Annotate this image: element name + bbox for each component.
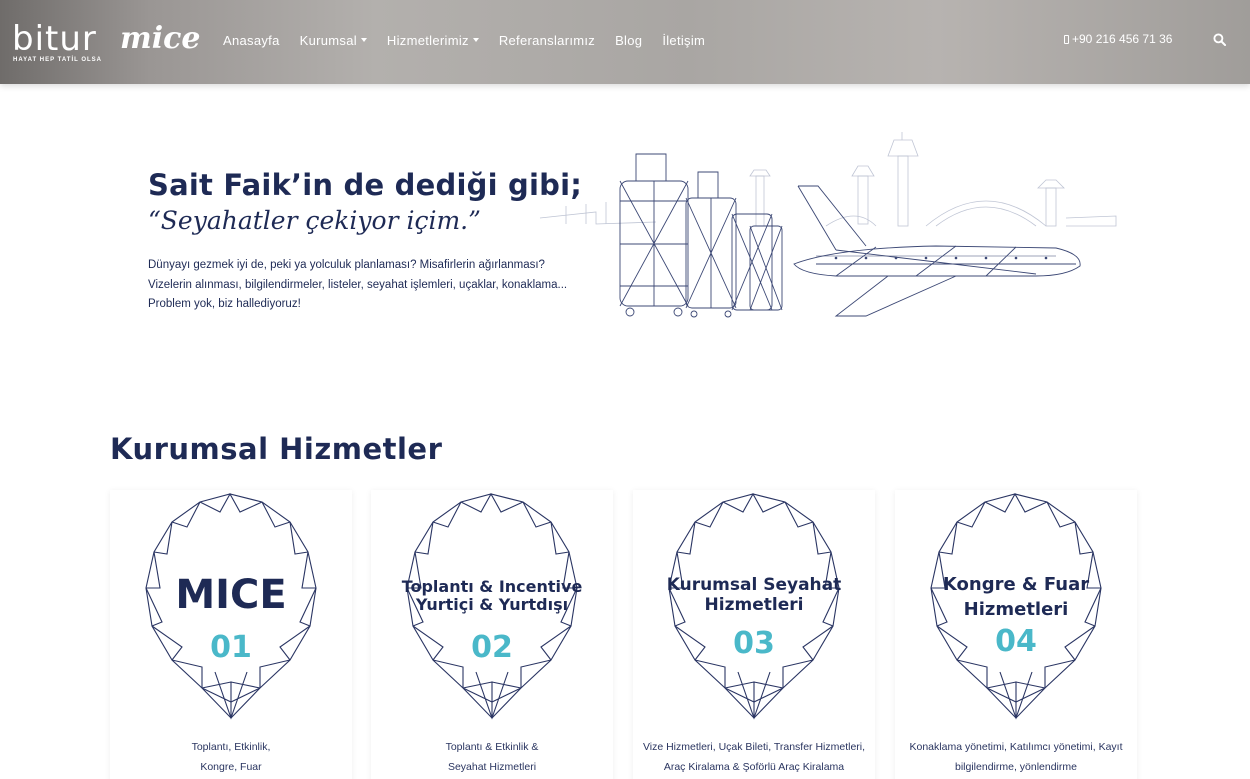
card-description: Konaklama yönetimi, Katılımcı yönetimi, … <box>895 738 1137 777</box>
bitur-mice-logo[interactable]: bitur mice HAYAT HEP TATİL OLSA <box>12 19 201 66</box>
logo-script: mice <box>120 21 201 56</box>
main-nav: Anasayfa Kurumsal Hizmetlerimiz Referans… <box>223 31 725 49</box>
card-number: 01 <box>210 630 252 665</box>
hero-line: Dünyayı gezmek iyi de, peki ya yolculuk … <box>148 259 545 271</box>
card-number: 02 <box>471 630 513 665</box>
nav-label: Hizmetlerimiz <box>386 32 469 48</box>
card-title: MICE <box>175 572 287 618</box>
service-card-kurumsal-seyahat[interactable]: Kurumsal Seyahat Hizmetleri 03 Vize Hizm… <box>633 490 875 779</box>
nav-label: Blog <box>615 32 643 48</box>
desc-line: Toplantı, Etkinlik, <box>191 741 271 753</box>
desc-line: Kongre, Fuar <box>200 760 262 773</box>
nav-item-iletisim[interactable]: İletişim <box>662 31 705 49</box>
card-description: Toplantı, Etkinlik, Kongre, Fuar <box>110 738 352 777</box>
title-line: Kurumsal Seyahat <box>666 575 842 595</box>
search-icon[interactable] <box>1213 33 1226 46</box>
mobile-phone-icon <box>1064 34 1069 44</box>
card-title: Kongre & Fuar Hizmetleri <box>895 572 1137 622</box>
title-line: Toplantı & Incentive <box>401 577 583 596</box>
service-card-mice[interactable]: MICE 01 Toplantı, Etkinlik, Kongre, Fuar <box>110 490 352 779</box>
nav-item-kurumsal[interactable]: Kurumsal <box>300 31 367 49</box>
title-line: Kongre & Fuar <box>942 574 1090 595</box>
hero-title: Sait Faik’in de dediği gibi; <box>148 168 583 202</box>
desc-line: Vize Hizmetleri, Uçak Bileti, Transfer H… <box>642 741 866 753</box>
card-title: Kurumsal Seyahat Hizmetleri <box>633 575 875 615</box>
logo-text: bitur <box>12 19 97 59</box>
desc-line: bilgilendirme, yönlendirme <box>955 760 1077 773</box>
desc-line: Toplantı & Etkinlik & <box>445 741 539 753</box>
title-line: Hizmetleri <box>704 594 804 615</box>
card-number: 03 <box>733 626 775 661</box>
nav-item-hizmetlerimiz[interactable]: Hizmetlerimiz <box>387 31 479 49</box>
chevron-down-icon <box>360 38 367 42</box>
section-title: Kurumsal Hizmetler <box>110 432 443 466</box>
card-title: Toplantı & Incentive Yurtiçi & Yurtdışı <box>371 577 613 615</box>
nav-label: Kurumsal <box>299 32 357 48</box>
nav-label: Anasayfa <box>223 32 280 48</box>
desc-line: Konaklama yönetimi, Katılımcı yönetimi, … <box>909 741 1123 753</box>
card-number: 04 <box>995 624 1037 659</box>
hero-line: Vizelerin alınması, bilgilendirmeler, li… <box>148 278 568 291</box>
site-header: bitur mice HAYAT HEP TATİL OLSA Anasayfa… <box>0 0 1250 84</box>
service-card-kongre-fuar[interactable]: Kongre & Fuar Hizmetleri 04 Konaklama yö… <box>895 490 1137 779</box>
card-description: Toplantı & Etkinlik & Seyahat Hizmetleri <box>371 738 613 777</box>
nav-item-blog[interactable]: Blog <box>615 31 642 49</box>
desc-line: Seyahat Hizmetleri <box>447 760 537 773</box>
nav-label: İletişim <box>662 32 706 48</box>
phone-number: +90 216 456 71 36 <box>1072 32 1173 46</box>
desc-line: Araç Kiralama & Şoförlü Araç Kiralama <box>663 760 845 773</box>
hero-line: Problem yok, biz hallediyoruz! <box>148 298 301 310</box>
card-description: Vize Hizmetleri, Uçak Bileti, Transfer H… <box>633 738 875 777</box>
nav-label: Referanslarımız <box>498 32 596 48</box>
hero-quote: “Seyahatler çekiyor içim.” <box>148 206 481 235</box>
travel-illustration <box>539 132 1117 318</box>
nav-item-referanslarimiz[interactable]: Referanslarımız <box>499 31 595 49</box>
nav-item-anasayfa[interactable]: Anasayfa <box>223 31 280 49</box>
phone-link[interactable]: +90 216 456 71 36 <box>1064 32 1172 46</box>
chevron-down-icon <box>472 38 479 42</box>
logo-tagline: HAYAT HEP TATİL OLSA <box>13 57 103 63</box>
title-line: Hizmetleri <box>963 599 1069 621</box>
hero-description: Dünyayı gezmek iyi de, peki ya yolculuk … <box>148 256 588 315</box>
service-card-toplanti-incentive[interactable]: Toplantı & Incentive Yurtiçi & Yurtdışı … <box>371 490 613 779</box>
title-line: Yurtiçi & Yurtdışı <box>415 595 569 615</box>
